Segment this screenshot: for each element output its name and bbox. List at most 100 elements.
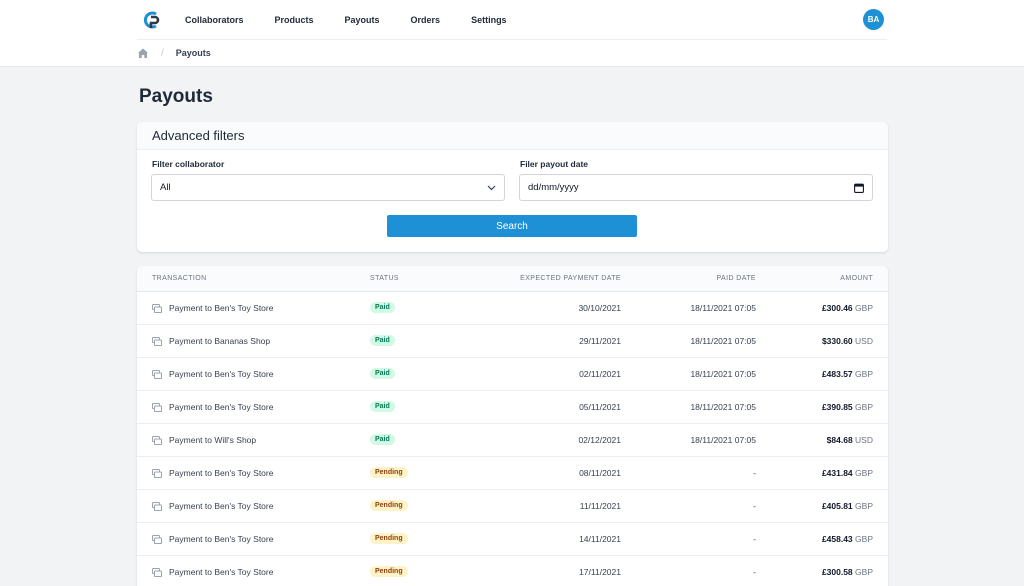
payment-icon xyxy=(152,469,162,478)
col-transaction[interactable]: TRANSACTION xyxy=(152,275,207,282)
status-badge: Paid xyxy=(370,434,395,445)
transaction-name: Payment to Ben's Toy Store xyxy=(169,468,274,478)
status-badge: Pending xyxy=(370,533,408,544)
paid-date: 18/11/2021 07:05 xyxy=(690,303,756,313)
paid-date: 18/11/2021 07:05 xyxy=(690,435,756,445)
paid-date: 18/11/2021 07:05 xyxy=(690,369,756,379)
amount-currency: GBP xyxy=(855,369,873,379)
status-badge: Pending xyxy=(370,500,408,511)
table-header: TRANSACTION STATUS EXPECTED PAYMENT DATE… xyxy=(137,266,888,292)
amount-currency: GBP xyxy=(855,468,873,478)
status-badge: Paid xyxy=(370,302,395,313)
collaborator-value: All xyxy=(160,182,171,193)
amount-value: $84.68 xyxy=(826,435,853,445)
payment-icon xyxy=(152,502,162,511)
page-title: Payouts xyxy=(139,86,213,107)
amount-value: £390.85 xyxy=(821,402,853,412)
nav-item-settings[interactable]: Settings xyxy=(471,15,507,25)
col-paid-date[interactable]: PAID DATE xyxy=(716,275,756,282)
avatar[interactable]: BA xyxy=(863,9,884,30)
amount-currency: GBP xyxy=(855,402,873,412)
table-row[interactable]: Payment to Bananas Shop Paid 29/11/2021 18/… xyxy=(137,325,888,358)
main-nav: Collaborators Products Payouts Orders Settin… xyxy=(137,0,887,40)
home-icon[interactable] xyxy=(137,47,149,59)
search-button[interactable]: Search xyxy=(387,215,637,237)
amount: £300.46 GBP xyxy=(822,303,873,313)
logo-icon[interactable] xyxy=(142,10,162,30)
amount: £431.84 GBP xyxy=(822,468,873,478)
payout-date-value: dd/mm/yyyy xyxy=(528,182,579,193)
table-row[interactable]: Payment to Ben's Toy Store Pending 14/11/2… xyxy=(137,523,888,556)
amount-value: £431.84 xyxy=(821,468,853,478)
expected-date: 11/11/2021 xyxy=(579,501,621,511)
amount-value: £405.81 xyxy=(821,501,853,511)
payment-icon xyxy=(152,535,162,544)
date-label: Filer payout date xyxy=(520,159,589,169)
table-row[interactable]: Payment to Ben's Toy Store Paid 02/11/2021… xyxy=(137,358,888,391)
transaction-name: Payment to Will's Shop xyxy=(169,435,257,445)
payment-icon xyxy=(152,337,162,346)
expected-date: 30/10/2021 xyxy=(578,303,621,313)
amount: £483.57 GBP xyxy=(822,369,873,379)
paid-date: 18/11/2021 07:05 xyxy=(690,336,756,346)
table-row[interactable]: Payment to Ben's Toy Store Pending 11/11/2… xyxy=(137,490,888,523)
amount: £458.43 GBP xyxy=(822,534,873,544)
table-row[interactable]: Payment to Ben's Toy Store Pending 17/11/2… xyxy=(137,556,888,586)
status-badge: Paid xyxy=(370,401,395,412)
expected-date: 02/11/2021 xyxy=(579,369,621,379)
amount-value: £483.57 xyxy=(821,369,853,379)
col-status[interactable]: STATUS xyxy=(370,275,399,282)
collaborator-select[interactable]: All xyxy=(151,174,505,201)
breadcrumb: / Payouts xyxy=(137,40,887,66)
transaction-name: Payment to Ben's Toy Store xyxy=(169,303,274,313)
status-badge: Paid xyxy=(370,368,395,379)
table-row[interactable]: Payment to Ben's Toy Store Paid 30/10/2021… xyxy=(137,292,888,325)
nav-links: Collaborators Products Payouts Orders Settin… xyxy=(185,15,538,25)
chevron-down-icon xyxy=(487,185,496,191)
advanced-filters-panel: Advanced filters Filter collaborator All… xyxy=(137,122,888,252)
transaction-name: Payment to Ben's Toy Store xyxy=(169,369,274,379)
amount-value: £300.46 xyxy=(821,303,853,313)
calendar-icon[interactable] xyxy=(854,183,864,193)
nav-item-payouts[interactable]: Payouts xyxy=(345,15,380,25)
payment-icon xyxy=(152,304,162,313)
amount: $84.68 USD xyxy=(827,435,873,445)
status-badge: Paid xyxy=(370,335,395,346)
table-body: Payment to Ben's Toy Store Paid 30/10/2021… xyxy=(137,292,888,586)
expected-date: 14/11/2021 xyxy=(579,534,621,544)
filters-header: Advanced filters xyxy=(137,122,888,150)
amount: £390.85 GBP xyxy=(822,402,873,412)
payouts-table: TRANSACTION STATUS EXPECTED PAYMENT DATE… xyxy=(137,266,888,586)
nav-item-collaborators[interactable]: Collaborators xyxy=(185,15,244,25)
table-row[interactable]: Payment to Ben's Toy Store Pending 08/11/2… xyxy=(137,457,888,490)
amount-currency: GBP xyxy=(855,303,873,313)
expected-date: 02/12/2021 xyxy=(578,435,621,445)
breadcrumb-current: Payouts xyxy=(175,48,211,58)
transaction-name: Payment to Ben's Toy Store xyxy=(169,501,274,511)
table-row[interactable]: Payment to Will's Shop Paid 02/12/2021 18/1… xyxy=(137,424,888,457)
col-amount[interactable]: AMOUNT xyxy=(840,275,873,282)
status-badge: Pending xyxy=(370,467,408,478)
expected-date: 05/11/2021 xyxy=(579,402,621,412)
amount-value: $330.60 xyxy=(821,336,853,346)
amount: $330.60 USD xyxy=(822,336,873,346)
breadcrumb-separator: / xyxy=(161,47,164,59)
filters-title: Advanced filters xyxy=(152,128,245,143)
amount-currency: USD xyxy=(855,435,873,445)
transaction-name: Payment to Ben's Toy Store xyxy=(169,534,274,544)
col-expected-date[interactable]: EXPECTED PAYMENT DATE xyxy=(520,275,621,282)
collaborator-label: Filter collaborator xyxy=(152,159,225,169)
table-row[interactable]: Payment to Ben's Toy Store Paid 05/11/2021… xyxy=(137,391,888,424)
nav-item-orders[interactable]: Orders xyxy=(411,15,441,25)
paid-date: - xyxy=(753,468,756,478)
transaction-name: Payment to Ben's Toy Store xyxy=(169,402,274,412)
paid-date: - xyxy=(753,534,756,544)
status-badge: Pending xyxy=(370,566,408,577)
payment-icon xyxy=(152,403,162,412)
expected-date: 29/11/2021 xyxy=(579,336,621,346)
payout-date-input[interactable]: dd/mm/yyyy xyxy=(519,174,873,201)
amount-value: £458.43 xyxy=(821,534,853,544)
payment-icon xyxy=(152,370,162,379)
nav-item-products[interactable]: Products xyxy=(275,15,314,25)
payment-icon xyxy=(152,436,162,445)
